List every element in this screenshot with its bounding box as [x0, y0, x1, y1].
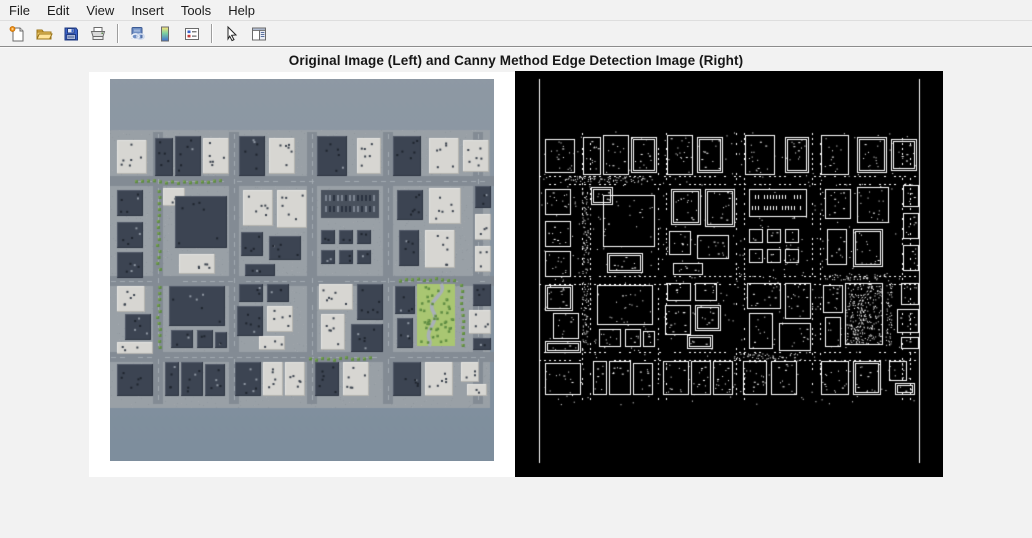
link-plot-button[interactable] [126, 23, 150, 45]
menu-file[interactable]: File [7, 2, 32, 19]
menu-bar: File Edit View Insert Tools Help [0, 0, 1032, 21]
cursor-arrow-icon [223, 25, 241, 43]
save-floppy-icon [62, 25, 80, 43]
figure-title: Original Image (Left) and Canny Method E… [89, 53, 943, 68]
new-document-icon [8, 25, 26, 43]
original-city-aerial-image [110, 79, 494, 461]
open-folder-icon [35, 25, 53, 43]
property-inspector-button[interactable] [247, 23, 271, 45]
print-figure-button[interactable] [86, 23, 110, 45]
figure-window: { "window": { "width": 1032, "height": 5… [0, 0, 1032, 538]
figure-toolbar [0, 21, 1032, 47]
link-icon [129, 25, 147, 43]
menu-edit[interactable]: Edit [45, 2, 71, 19]
panel-window-icon [250, 25, 268, 43]
open-file-button[interactable] [32, 23, 56, 45]
toolbar-separator [117, 24, 119, 43]
menu-tools[interactable]: Tools [179, 2, 213, 19]
legend-icon [183, 25, 201, 43]
new-figure-button[interactable] [5, 23, 29, 45]
canny-edge-detection-image [515, 71, 943, 477]
save-figure-button[interactable] [59, 23, 83, 45]
menu-help[interactable]: Help [226, 2, 257, 19]
insert-legend-button[interactable] [180, 23, 204, 45]
printer-icon [89, 25, 107, 43]
insert-colorbar-button[interactable] [153, 23, 177, 45]
menu-insert[interactable]: Insert [129, 2, 166, 19]
toolbar-separator [211, 24, 213, 43]
colorbar-icon [156, 25, 174, 43]
menu-view[interactable]: View [84, 2, 116, 19]
edit-plot-button[interactable] [220, 23, 244, 45]
